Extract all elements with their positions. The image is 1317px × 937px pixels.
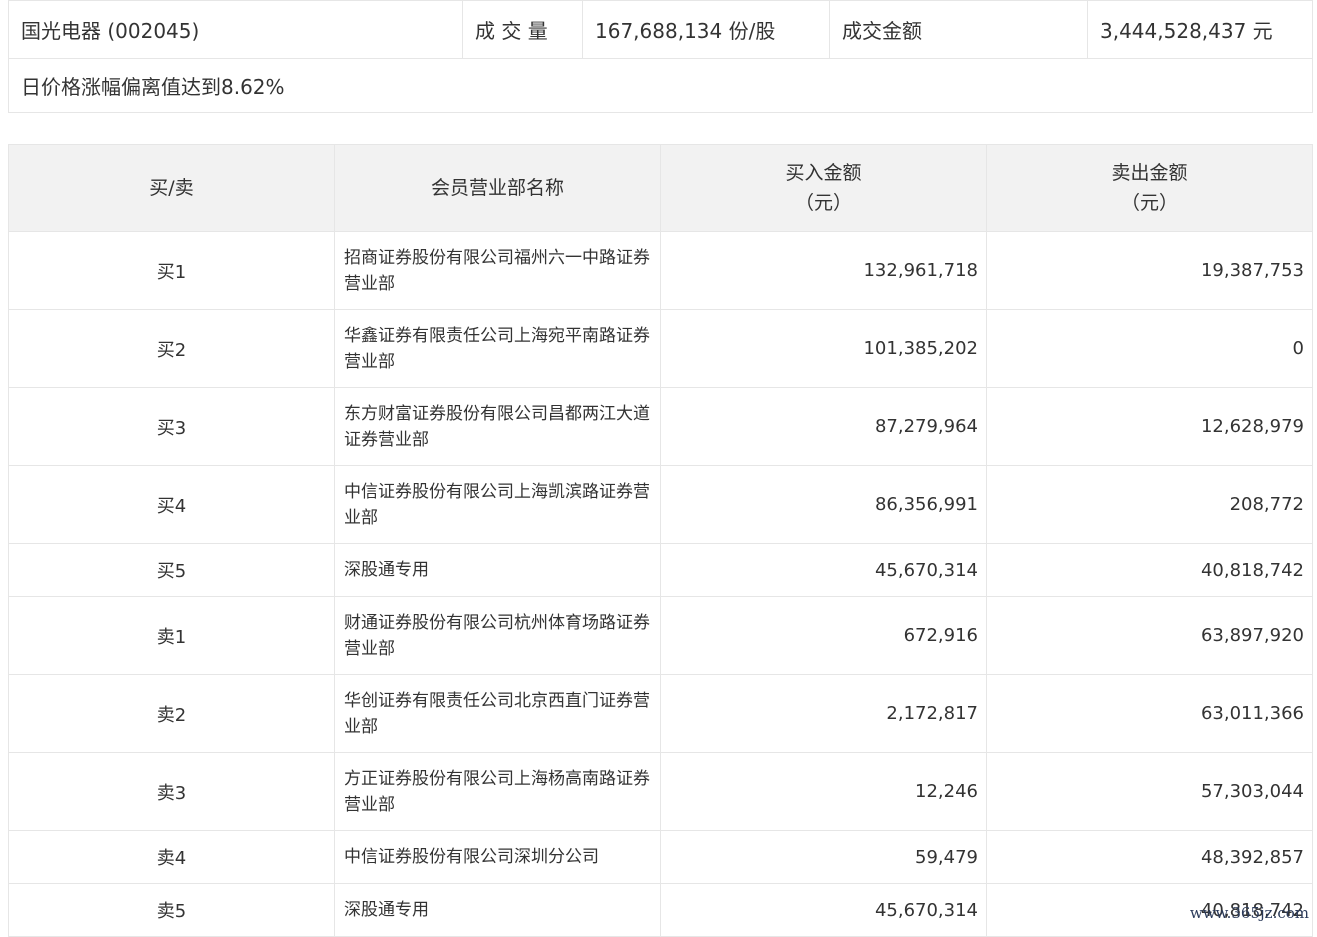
row-member: 中信证券股份有限公司深圳分公司 xyxy=(334,830,661,884)
row-member: 华鑫证券有限责任公司上海宛平南路证券营业部 xyxy=(334,309,661,388)
summary-row: 国光电器 (002045) 成 交 量 167,688,134 份/股 成交金额… xyxy=(8,0,1313,59)
header-buy-amount: 买入金额 （元） xyxy=(660,144,987,232)
row-member: 深股通专用 xyxy=(334,543,661,597)
row-sell-amount: 57,303,044 xyxy=(986,752,1313,831)
row-side: 买4 xyxy=(8,465,335,544)
row-member: 华创证券有限责任公司北京西直门证券营业部 xyxy=(334,674,661,753)
row-sell-amount: 0 xyxy=(986,309,1313,388)
stock-name: 国光电器 (002045) xyxy=(8,0,463,59)
row-side: 买5 xyxy=(8,543,335,597)
row-buy-amount: 45,670,314 xyxy=(660,543,987,597)
table-row: 买1 招商证券股份有限公司福州六一中路证券营业部 132,961,718 19,… xyxy=(8,231,1313,310)
row-sell-amount: 40,818,742 xyxy=(986,543,1313,597)
header-sell-line1: 卖出金额 xyxy=(1111,162,1188,184)
row-sell-amount: 208,772 xyxy=(986,465,1313,544)
amount-value: 3,444,528,437 元 xyxy=(1087,0,1313,59)
table-row: 卖2 华创证券有限责任公司北京西直门证券营业部 2,172,817 63,011… xyxy=(8,674,1313,753)
row-member: 方正证券股份有限公司上海杨高南路证券营业部 xyxy=(334,752,661,831)
row-buy-amount: 45,670,314 xyxy=(660,883,987,937)
row-member: 中信证券股份有限公司上海凯滨路证券营业部 xyxy=(334,465,661,544)
row-member: 招商证券股份有限公司福州六一中路证券营业部 xyxy=(334,231,661,310)
table-row: 卖1 财通证券股份有限公司杭州体育场路证券营业部 672,916 63,897,… xyxy=(8,596,1313,675)
row-member: 财通证券股份有限公司杭州体育场路证券营业部 xyxy=(334,596,661,675)
row-side: 卖1 xyxy=(8,596,335,675)
reason-row: 日价格涨幅偏离值达到8.62% xyxy=(8,58,1313,113)
table-row: 买4 中信证券股份有限公司上海凯滨路证券营业部 86,356,991 208,7… xyxy=(8,465,1313,544)
row-buy-amount: 59,479 xyxy=(660,830,987,884)
row-buy-amount: 101,385,202 xyxy=(660,309,987,388)
row-buy-amount: 12,246 xyxy=(660,752,987,831)
table-row: 卖4 中信证券股份有限公司深圳分公司 59,479 48,392,857 xyxy=(8,830,1313,884)
row-member: 深股通专用 xyxy=(334,883,661,937)
row-side: 买2 xyxy=(8,309,335,388)
row-side: 买1 xyxy=(8,231,335,310)
header-member: 会员营业部名称 xyxy=(334,144,661,232)
header-buy-line1: 买入金额 xyxy=(785,162,862,184)
table-row: 买2 华鑫证券有限责任公司上海宛平南路证券营业部 101,385,202 0 xyxy=(8,309,1313,388)
volume-label: 成 交 量 xyxy=(462,0,583,59)
amount-label: 成交金额 xyxy=(829,0,1088,59)
row-buy-amount: 672,916 xyxy=(660,596,987,675)
row-buy-amount: 132,961,718 xyxy=(660,231,987,310)
row-sell-amount: 12,628,979 xyxy=(986,387,1313,466)
row-side: 卖5 xyxy=(8,883,335,937)
row-side: 卖2 xyxy=(8,674,335,753)
row-side: 卖4 xyxy=(8,830,335,884)
reason-text: 日价格涨幅偏离值达到8.62% xyxy=(8,58,1313,113)
row-sell-amount: 48,392,857 xyxy=(986,830,1313,884)
row-sell-amount: 19,387,753 xyxy=(986,231,1313,310)
row-member: 东方财富证券股份有限公司昌都两江大道证券营业部 xyxy=(334,387,661,466)
table-row: 卖5 深股通专用 45,670,314 40,818,742 xyxy=(8,883,1313,937)
row-side: 卖3 xyxy=(8,752,335,831)
trading-members-table: 买/卖 会员营业部名称 买入金额 （元） 卖出金额 （元） 买1 招商证券股份有… xyxy=(8,144,1313,937)
row-sell-amount: 63,897,920 xyxy=(986,596,1313,675)
row-buy-amount: 87,279,964 xyxy=(660,387,987,466)
row-buy-amount: 2,172,817 xyxy=(660,674,987,753)
header-buy-line2: （元） xyxy=(794,192,852,214)
row-sell-amount: 63,011,366 xyxy=(986,674,1313,753)
row-side: 买3 xyxy=(8,387,335,466)
row-buy-amount: 86,356,991 xyxy=(660,465,987,544)
table-row: 卖3 方正证券股份有限公司上海杨高南路证券营业部 12,246 57,303,0… xyxy=(8,752,1313,831)
site-watermark: www.365jz.com xyxy=(1189,904,1309,922)
table-row: 买3 东方财富证券股份有限公司昌都两江大道证券营业部 87,279,964 12… xyxy=(8,387,1313,466)
stock-summary-table: 国光电器 (002045) 成 交 量 167,688,134 份/股 成交金额… xyxy=(8,0,1313,113)
table-header-row: 买/卖 会员营业部名称 买入金额 （元） 卖出金额 （元） xyxy=(8,144,1313,232)
volume-value: 167,688,134 份/股 xyxy=(582,0,830,59)
header-side: 买/卖 xyxy=(8,144,335,232)
header-sell-line2: （元） xyxy=(1120,192,1178,214)
table-row: 买5 深股通专用 45,670,314 40,818,742 xyxy=(8,543,1313,597)
header-sell-amount: 卖出金额 （元） xyxy=(986,144,1313,232)
